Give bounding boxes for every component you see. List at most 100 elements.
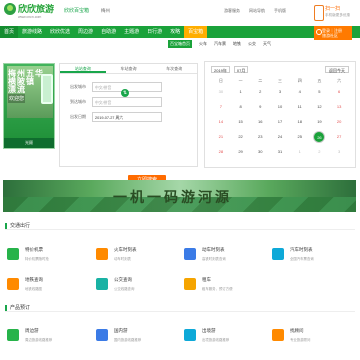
product-abroad[interactable]: 出境游 出境旅游线路推荐 bbox=[184, 323, 262, 347]
service-title: 公交查询 bbox=[114, 277, 132, 282]
subnav-weather[interactable]: 天气 bbox=[263, 41, 271, 47]
nav-theme[interactable]: 主题游 bbox=[120, 26, 143, 38]
subnav-transit[interactable]: 公交 bbox=[248, 41, 256, 47]
nav-diy[interactable]: 自助游 bbox=[97, 26, 120, 38]
product-nearby[interactable]: 周边游 周边旅游线路推荐 bbox=[7, 323, 85, 347]
banner-subtitle: 欢迎您 bbox=[8, 94, 26, 103]
month-select[interactable]: 07月 bbox=[233, 66, 249, 73]
city-selector[interactable]: 梅州 bbox=[101, 8, 110, 14]
calendar-day[interactable]: 12 bbox=[310, 101, 330, 113]
calendar-day[interactable]: 30 bbox=[250, 146, 270, 158]
service-desc: 动车时刻表 bbox=[114, 257, 131, 261]
section-divider bbox=[5, 229, 355, 230]
site-logo[interactable]: 欣欣旅游 bbox=[4, 3, 54, 15]
service-flight[interactable]: 特价机票 特价机票随时抢 bbox=[7, 242, 85, 266]
nav-home[interactable]: 首页 bbox=[0, 26, 19, 38]
service-high-speed[interactable]: 动车时刻表 高铁时刻表查询 bbox=[184, 242, 262, 266]
top-link-mobile[interactable]: 手机版 bbox=[274, 8, 286, 14]
calendar-day[interactable]: 8 bbox=[231, 101, 251, 113]
nav-baibaoxiang[interactable]: 百宝箱 bbox=[184, 26, 208, 38]
calendar-day[interactable]: 29 bbox=[231, 146, 251, 158]
calendar-day[interactable]: 13 bbox=[329, 101, 349, 113]
products-section-title: 产品预订 bbox=[5, 304, 30, 311]
tab-station-query[interactable]: 车站查询 bbox=[106, 64, 152, 73]
calendar-day[interactable]: 2 bbox=[250, 86, 270, 98]
top-link-nav[interactable]: 网站导航 bbox=[249, 8, 265, 14]
year-select[interactable]: 2019年 bbox=[211, 66, 230, 73]
top-link-service[interactable]: 游客服务 bbox=[224, 8, 240, 14]
calendar-day[interactable]: 23 bbox=[250, 131, 270, 143]
banner-title: 梅州五华 横陂镇 漂流 bbox=[8, 69, 44, 94]
promo-text: 一机一码游河源 bbox=[113, 190, 232, 206]
date-input[interactable]: 2019-07-27 周六 bbox=[92, 112, 162, 122]
back-today-button[interactable]: 返回今天 bbox=[325, 66, 349, 73]
calendar-day[interactable]: 14 bbox=[211, 116, 231, 128]
calendar-day-selected[interactable]: 26 bbox=[313, 131, 326, 143]
calendar-day[interactable]: 3 bbox=[270, 86, 290, 98]
calendar-day[interactable]: 7 bbox=[211, 101, 231, 113]
service-subway[interactable]: 地铁查询 地铁线路图 bbox=[7, 272, 85, 296]
login-button[interactable]: 登录｜注册 旅游社区 bbox=[314, 26, 352, 40]
bullet-train-icon bbox=[184, 248, 196, 260]
calendar-day[interactable]: 24 bbox=[270, 131, 290, 143]
calendar-day[interactable]: 1 bbox=[290, 146, 310, 158]
subnav-subway[interactable]: 地铁 bbox=[233, 41, 241, 47]
product-title: 周边游 bbox=[25, 328, 39, 333]
subnav-active[interactable]: 百宝箱首页 bbox=[168, 40, 192, 48]
subnav-train[interactable]: 火车 bbox=[199, 41, 207, 47]
calendar-day[interactable]: 3 bbox=[329, 146, 349, 158]
train-icon bbox=[96, 248, 108, 260]
calendar-day[interactable]: 10 bbox=[270, 101, 290, 113]
weekday: 五 bbox=[317, 78, 322, 83]
service-title: 租车 bbox=[202, 277, 211, 282]
product-desc: 出境旅游线路推荐 bbox=[202, 338, 230, 342]
nav-day-trip[interactable]: 日行游 bbox=[143, 26, 166, 38]
swap-button[interactable]: ⇅ bbox=[121, 89, 129, 97]
product-domestic[interactable]: 国内游 国内旅游线路推荐 bbox=[96, 323, 174, 347]
subnav-bus[interactable]: 汽车票 bbox=[214, 41, 226, 47]
service-title: 汽车时刻表 bbox=[290, 247, 313, 252]
side-banner[interactable]: 梅州五华 横陂镇 漂流 欢迎您 光顾 bbox=[3, 63, 55, 149]
calendar-day[interactable]: 30 bbox=[211, 86, 231, 98]
service-train[interactable]: 火车时刻表动车时刻表 bbox=[96, 242, 174, 266]
promo-banner[interactable]: 一机一码游河源 bbox=[3, 180, 356, 212]
calendar-day[interactable]: 6 bbox=[329, 86, 349, 98]
nav-routes[interactable]: 旅游线路 bbox=[18, 26, 46, 38]
tab-train-number[interactable]: 车次查询 bbox=[151, 64, 197, 73]
product-title: 找顾问 bbox=[290, 328, 304, 333]
calendar-day[interactable]: 28 bbox=[211, 146, 231, 158]
tab-station-to-station[interactable]: 站站查询 bbox=[60, 64, 106, 73]
product-advisor[interactable]: 找顾问 专业旅游顾问 bbox=[272, 323, 350, 347]
nav-guide[interactable]: 攻略 bbox=[166, 26, 184, 38]
calendar-day[interactable]: 20 bbox=[329, 116, 349, 128]
service-transit[interactable]: 公交查询公交线路查询 bbox=[96, 272, 174, 296]
service-title: 火车时刻表 bbox=[114, 247, 137, 252]
service-desc: 租车服务，预订方便 bbox=[202, 287, 233, 291]
advisor-icon bbox=[272, 329, 284, 341]
calendar-day[interactable]: 17 bbox=[270, 116, 290, 128]
site-tag[interactable]: 欣欣百宝箱 bbox=[64, 7, 89, 14]
service-desc: 公交线路查询 bbox=[114, 287, 135, 291]
calendar-day[interactable]: 15 bbox=[231, 116, 251, 128]
calendar-day[interactable]: 22 bbox=[231, 131, 251, 143]
calendar-day[interactable]: 5 bbox=[310, 86, 330, 98]
calendar-day[interactable]: 27 bbox=[329, 131, 349, 143]
calendar-day[interactable]: 31 bbox=[270, 146, 290, 158]
to-input[interactable]: 中文/拼音 bbox=[92, 97, 162, 107]
calendar-day[interactable]: 11 bbox=[290, 101, 310, 113]
calendar-day[interactable]: 9 bbox=[250, 101, 270, 113]
service-bus[interactable]: 汽车时刻表 全国汽车票查询 bbox=[272, 242, 350, 266]
bus-icon bbox=[272, 248, 284, 260]
calendar-day[interactable]: 2 bbox=[310, 146, 330, 158]
calendar-day[interactable]: 25 bbox=[290, 131, 310, 143]
nav-selected[interactable]: 欣欣优选 bbox=[46, 26, 74, 38]
calendar-day[interactable]: 16 bbox=[250, 116, 270, 128]
calendar-day[interactable]: 4 bbox=[290, 86, 310, 98]
calendar-day[interactable]: 21 bbox=[211, 131, 231, 143]
calendar-day[interactable]: 1 bbox=[231, 86, 251, 98]
calendar-day[interactable]: 19 bbox=[310, 116, 330, 128]
calendar-day[interactable]: 18 bbox=[290, 116, 310, 128]
service-car-rental[interactable]: 租车租车服务，预订方便 bbox=[184, 272, 262, 296]
nav-nearby[interactable]: 周边游 bbox=[74, 26, 97, 38]
top-links: 游客服务 网站导航 手机版 bbox=[224, 8, 286, 14]
